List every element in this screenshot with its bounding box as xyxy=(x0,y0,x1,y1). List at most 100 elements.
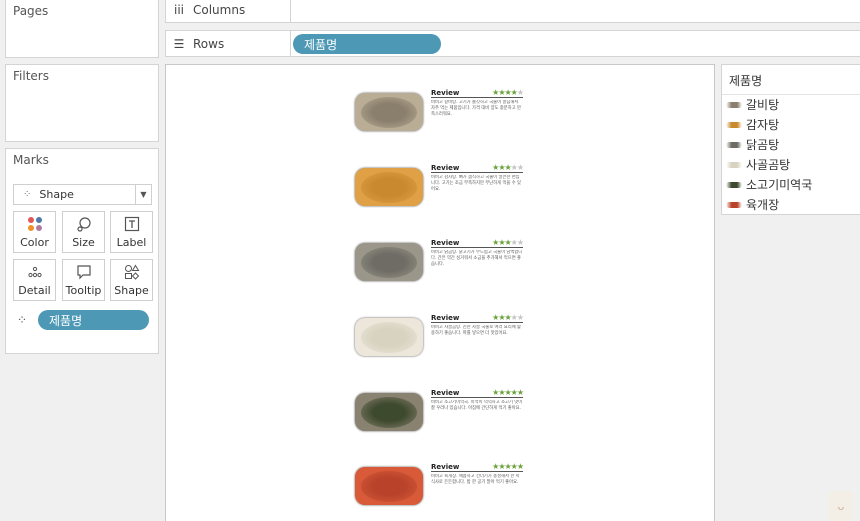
review-title: Review xyxy=(431,314,460,322)
legend-title: 제품명 xyxy=(729,74,763,88)
review-header: Review ★★★★★ xyxy=(431,163,524,173)
food-thumbnail xyxy=(355,318,423,356)
rating-stars: ★★★★★ xyxy=(492,238,524,247)
rating-stars: ★★★★★ xyxy=(492,163,524,172)
review-text: 비비고 감자탕. 뼈가 큼직하고 국물이 얼큰한 편입니다. 고기는 조금 부족… xyxy=(431,175,521,193)
legend-shape-icon xyxy=(726,161,742,168)
rows-shelf-label: ☰ Rows xyxy=(166,31,291,56)
legend-item-label: 소고기미역국 xyxy=(746,178,813,192)
review-block: Review ★★★★★ 비비고 육개장. 매콤하고 건더기가 풍성해서 한 끼 식… xyxy=(431,462,524,486)
star-empty-icon: ★ xyxy=(516,238,524,247)
mark-type-value: Shape xyxy=(39,188,74,201)
food-thumbnail xyxy=(355,393,423,431)
review-title: Review xyxy=(431,389,460,397)
pages-title: Pages xyxy=(13,4,49,18)
star-filled-icon: ★ xyxy=(516,388,524,397)
chevron-down-icon[interactable]: ▼ xyxy=(135,185,151,204)
review-text: 비비고 소고기미역국. 미역이 넉넉하고 소고기 맛이 잘 우러나 있습니다. … xyxy=(431,400,523,412)
legend-item[interactable]: 닭곰탕 xyxy=(726,135,779,154)
review-header: Review ★★★★★ xyxy=(431,388,524,398)
review-block: Review ★★★★★ 비비고 사골곰탕. 진한 사골 국물로 여러 요리에 활용… xyxy=(431,313,524,337)
review-shape-row[interactable]: Review ★★★★★ 비비고 사골곰탕. 진한 사골 국물로 여러 요리에 활용… xyxy=(355,314,530,356)
view-canvas[interactable]: Review ★★★★★ 비비고 갈비탕. 고기가 쫄깃하고 국물이 깔끔해서 자주… xyxy=(165,64,715,521)
food-bowl-image xyxy=(361,322,417,353)
pages-card[interactable]: Pages xyxy=(5,0,159,58)
shape-button[interactable]: Shape xyxy=(110,259,153,301)
legend-item-label: 사골곰탕 xyxy=(746,158,791,172)
color-label: Color xyxy=(20,236,49,249)
review-title: Review xyxy=(431,89,460,97)
legend-item-label: 갈비탕 xyxy=(746,98,780,112)
food-bowl-image xyxy=(361,471,417,502)
star-empty-icon: ★ xyxy=(516,88,524,97)
marks-card: Marks ⁘ Shape ▼ Color Size Label Detail … xyxy=(5,148,159,354)
review-text: 비비고 갈비탕. 고기가 쫄깃하고 국물이 깔끔해서 자주 먹는 제품입니다. … xyxy=(431,100,521,118)
columns-shelf-label: iii Columns xyxy=(166,0,291,22)
filters-card[interactable]: Filters xyxy=(5,64,159,142)
legend-shape-icon xyxy=(726,121,742,128)
rows-shelf[interactable]: ☰ Rows 제품명 xyxy=(165,30,860,57)
review-block: Review ★★★★★ 비비고 감자탕. 뼈가 큼직하고 국물이 얼큰한 편입니다… xyxy=(431,163,524,194)
food-thumbnail xyxy=(355,243,423,281)
review-block: Review ★★★★★ 비비고 소고기미역국. 미역이 넉넉하고 소고기 맛이 잘… xyxy=(431,388,524,412)
size-button[interactable]: Size xyxy=(62,211,105,253)
label-label: Label xyxy=(116,236,147,249)
size-icon xyxy=(76,212,92,236)
label-button[interactable]: Label xyxy=(110,211,153,253)
color-button[interactable]: Color xyxy=(13,211,56,253)
legend-item-label: 육개장 xyxy=(746,198,780,212)
rating-stars: ★★★★★ xyxy=(492,388,524,397)
columns-label: Columns xyxy=(193,2,246,17)
marks-title: Marks xyxy=(13,153,49,167)
legend-item-label: 닭곰탕 xyxy=(746,138,780,152)
size-label: Size xyxy=(72,236,95,249)
food-thumbnail xyxy=(355,168,423,206)
review-block: Review ★★★★★ 비비고 갈비탕. 고기가 쫄깃하고 국물이 깔끔해서 자주… xyxy=(431,88,524,119)
tooltip-button[interactable]: Tooltip xyxy=(62,259,105,301)
food-bowl-image xyxy=(361,172,417,203)
review-shape-row[interactable]: Review ★★★★★ 비비고 육개장. 매콤하고 건더기가 풍성해서 한 끼 식… xyxy=(355,463,530,505)
shape-legend: 제품명 갈비탕감자탕닭곰탕사골곰탕소고기미역국육개장 xyxy=(721,64,860,215)
rating-stars: ★★★★★ xyxy=(492,313,524,322)
review-title: Review xyxy=(431,463,460,471)
review-shape-row[interactable]: Review ★★★★★ 비비고 소고기미역국. 미역이 넉넉하고 소고기 맛이 잘… xyxy=(355,389,530,431)
legend-item[interactable]: 육개장 xyxy=(726,195,779,214)
filters-title: Filters xyxy=(13,69,49,83)
review-shape-row[interactable]: Review ★★★★★ 비비고 감자탕. 뼈가 큼직하고 국물이 얼큰한 편입니다… xyxy=(355,164,530,206)
review-block: Review ★★★★★ 비비고 닭곰탕. 닭고기가 부드럽고 국물이 담백합니다.… xyxy=(431,238,524,269)
star-empty-icon: ★ xyxy=(516,313,524,322)
rating-stars: ★★★★★ xyxy=(492,88,524,97)
legend-titlebar[interactable]: 제품명 xyxy=(722,65,860,95)
review-shape-row[interactable]: Review ★★★★★ 비비고 갈비탕. 고기가 쫄깃하고 국물이 깔끔해서 자주… xyxy=(355,89,530,131)
star-filled-icon: ★ xyxy=(516,462,524,471)
mark-type-dropdown[interactable]: ⁘ Shape ▼ xyxy=(13,184,152,205)
review-header: Review ★★★★★ xyxy=(431,88,524,98)
review-text: 비비고 닭곰탕. 닭고기가 부드럽고 국물이 담백합니다. 간은 약간 싱거워서… xyxy=(431,250,523,268)
legend-shape-icon xyxy=(726,141,742,148)
review-shape-row[interactable]: Review ★★★★★ 비비고 닭곰탕. 닭고기가 부드럽고 국물이 담백합니다.… xyxy=(355,239,530,281)
review-text: 비비고 육개장. 매콤하고 건더기가 풍성해서 한 끼 식사로 든든합니다. 밥… xyxy=(431,474,520,486)
food-thumbnail xyxy=(355,93,423,131)
legend-item[interactable]: 감자탕 xyxy=(726,115,779,134)
review-title: Review xyxy=(431,239,460,247)
columns-shelf[interactable]: iii Columns xyxy=(165,0,860,23)
review-text: 비비고 사골곰탕. 진한 사골 국물로 여러 요리에 활용하기 좋습니다. 파를… xyxy=(431,325,521,337)
star-empty-icon: ★ xyxy=(516,163,524,172)
rows-icon: ☰ xyxy=(173,36,185,51)
tooltip-icon xyxy=(76,260,92,284)
color-dots-icon xyxy=(27,212,43,236)
label-icon xyxy=(124,212,140,236)
legend-item[interactable]: 소고기미역국 xyxy=(726,175,812,194)
legend-item[interactable]: 사골곰탕 xyxy=(726,155,790,174)
review-title: Review xyxy=(431,164,460,172)
shape-label: Shape xyxy=(114,284,149,297)
marks-field-pill[interactable]: 제품명 xyxy=(38,310,149,330)
shape-icon xyxy=(124,260,140,284)
rows-field-pill[interactable]: 제품명 xyxy=(293,34,441,54)
legend-item[interactable]: 갈비탕 xyxy=(726,95,779,114)
food-thumbnail xyxy=(355,467,423,505)
tooltip-label: Tooltip xyxy=(65,284,102,297)
detail-icon xyxy=(27,260,43,284)
food-bowl-image xyxy=(361,397,417,428)
detail-button[interactable]: Detail xyxy=(13,259,56,301)
